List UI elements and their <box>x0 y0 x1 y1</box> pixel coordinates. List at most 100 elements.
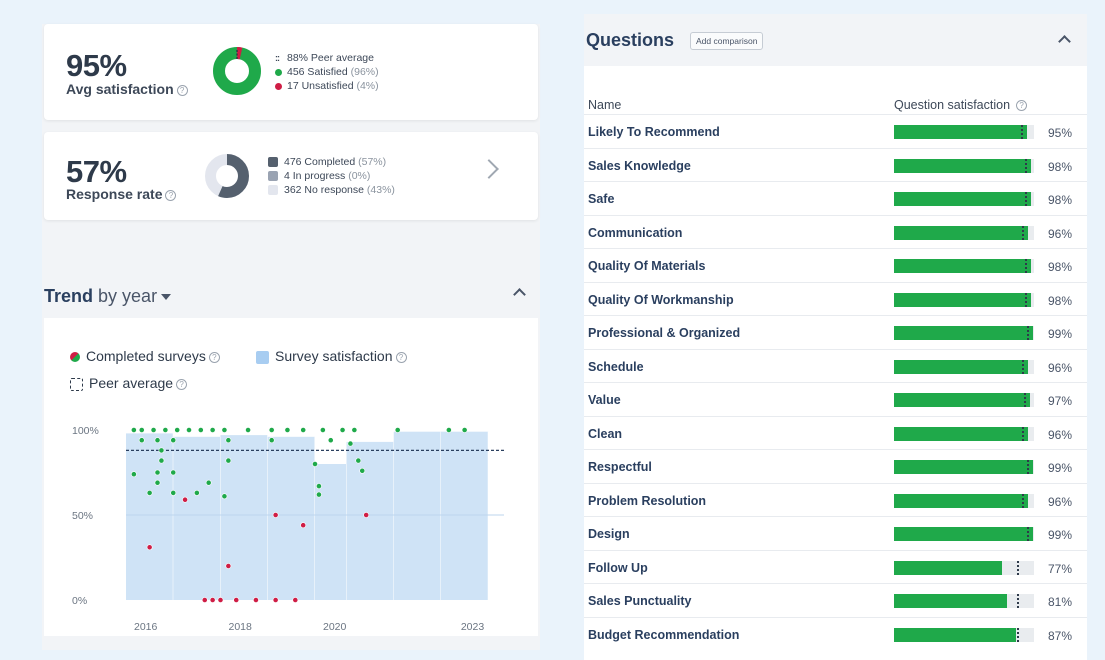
satisfaction-bar <box>267 436 315 600</box>
question-row[interactable]: Sales Knowledge 98% <box>584 147 1087 182</box>
survey-point <box>253 597 259 603</box>
question-bar-track <box>894 225 1034 240</box>
question-percent: 96% <box>1048 226 1073 241</box>
completed-swatch <box>268 157 278 168</box>
help-icon[interactable]: ? <box>1016 100 1028 112</box>
survey-point <box>284 427 291 433</box>
question-percent: 98% <box>1048 159 1073 174</box>
left-panel: 95% Avg satisfaction? :: 88% Peer average… <box>42 24 540 650</box>
question-row[interactable]: Design 99% <box>584 516 1087 550</box>
survey-point <box>162 427 169 433</box>
response-label-text: Response rate <box>66 186 163 202</box>
question-row[interactable]: Clean 96% <box>584 415 1087 450</box>
question-peer-marker <box>1017 560 1020 575</box>
question-name: Schedule <box>588 359 644 374</box>
question-bar <box>894 292 1032 307</box>
survey-point <box>316 483 322 489</box>
add-comparison-button[interactable]: Add comparison <box>690 32 764 50</box>
question-bar <box>894 125 1027 139</box>
trend-title: Trend <box>44 286 94 306</box>
question-row[interactable]: Professional & Organized 99% <box>584 315 1087 349</box>
satisfaction-bar <box>346 441 394 600</box>
x-tick-label: 2020 <box>323 621 347 633</box>
question-bar-track <box>894 460 1034 474</box>
in-progress-swatch <box>268 171 278 182</box>
question-row[interactable]: Safe 98% <box>584 181 1087 215</box>
collapse-questions-icon[interactable] <box>1058 35 1071 48</box>
question-peer-marker <box>1023 393 1026 407</box>
question-row[interactable]: Follow Up 77% <box>584 549 1087 584</box>
question-percent: 87% <box>1048 628 1073 643</box>
legend-peer-average: :: 88% Peer average <box>275 52 374 64</box>
questions-table: Name Question satisfaction? Likely To Re… <box>584 66 1087 660</box>
survey-point <box>225 457 232 464</box>
y-tick-label: 0% <box>72 595 87 607</box>
chevron-right-icon[interactable] <box>479 159 499 179</box>
question-row[interactable]: Sales Punctuality 81% <box>584 583 1087 617</box>
question-name: Value <box>588 393 621 407</box>
question-row[interactable]: Communication 96% <box>584 214 1087 249</box>
question-bar <box>894 594 1008 608</box>
legend-completed: 476 Completed (57%) <box>268 156 386 168</box>
survey-point <box>170 437 177 444</box>
question-row[interactable]: Likely To Recommend 95% <box>584 114 1087 148</box>
question-bar-track <box>894 125 1034 139</box>
question-peer-marker <box>1026 460 1029 474</box>
satisfaction-bar <box>173 436 221 600</box>
column-header-name[interactable]: Name <box>588 98 621 112</box>
column-header-satisfaction[interactable]: Question satisfaction? <box>894 98 1028 112</box>
question-row[interactable]: Schedule 96% <box>584 348 1087 383</box>
question-bar <box>894 527 1033 541</box>
survey-point <box>316 491 322 498</box>
survey-point <box>138 427 145 433</box>
caret-down-icon[interactable] <box>161 294 172 301</box>
question-row[interactable]: Budget Recommendation 87% <box>584 616 1087 651</box>
help-icon[interactable]: ? <box>176 84 188 96</box>
question-bar-track <box>894 292 1034 307</box>
question-name: Likely To Recommend <box>588 125 720 139</box>
survey-point <box>217 597 224 603</box>
survey-point <box>221 493 228 500</box>
question-row[interactable]: Quality Of Materials 98% <box>584 248 1087 282</box>
question-bar-track <box>894 627 1034 642</box>
question-peer-marker <box>1025 192 1028 206</box>
trend-header[interactable]: Trend by year <box>44 286 172 307</box>
question-name: Problem Resolution <box>588 493 707 508</box>
question-bar-track <box>894 393 1034 407</box>
survey-point <box>300 427 307 433</box>
survey-point <box>355 457 362 464</box>
survey-point <box>268 437 275 444</box>
survey-point <box>154 437 161 444</box>
legend-satisfied: 456 Satisfied (96%) <box>275 66 379 78</box>
question-row[interactable]: Problem Resolution 96% <box>584 482 1087 517</box>
question-percent: 99% <box>1048 327 1073 341</box>
question-percent: 99% <box>1048 528 1073 542</box>
x-tick-label: 2023 <box>461 621 485 633</box>
question-name: Respectful <box>588 460 652 474</box>
trend-period-dropdown[interactable]: by year <box>98 286 157 306</box>
survey-point <box>347 440 354 447</box>
survey-point <box>225 563 232 569</box>
question-percent: 96% <box>1048 494 1073 509</box>
survey-point <box>209 427 216 433</box>
question-row[interactable]: Quality Of Workmanship 98% <box>584 281 1087 316</box>
question-row[interactable]: Respectful 99% <box>584 449 1087 483</box>
question-row[interactable]: Value 97% <box>584 382 1087 416</box>
collapse-trend-icon[interactable] <box>513 288 526 301</box>
question-percent: 77% <box>1048 561 1073 576</box>
survey-point <box>221 427 228 433</box>
survey-point <box>351 427 358 433</box>
question-peer-marker <box>1017 594 1020 608</box>
response-donut <box>205 154 249 198</box>
help-icon[interactable]: ? <box>165 189 177 201</box>
response-card[interactable]: 57% Response rate? 476 Completed (57%) 4… <box>44 132 538 220</box>
question-name: Quality Of Materials <box>588 259 706 273</box>
survey-point <box>225 437 232 444</box>
satisfaction-card: 95% Avg satisfaction? :: 88% Peer average… <box>44 24 538 120</box>
question-bar <box>894 259 1032 273</box>
y-tick-label: 50% <box>72 510 93 522</box>
survey-point <box>300 522 307 529</box>
response-value: 57% <box>66 154 127 189</box>
question-bar-track <box>894 594 1034 608</box>
questions-title: Questions <box>586 30 675 50</box>
